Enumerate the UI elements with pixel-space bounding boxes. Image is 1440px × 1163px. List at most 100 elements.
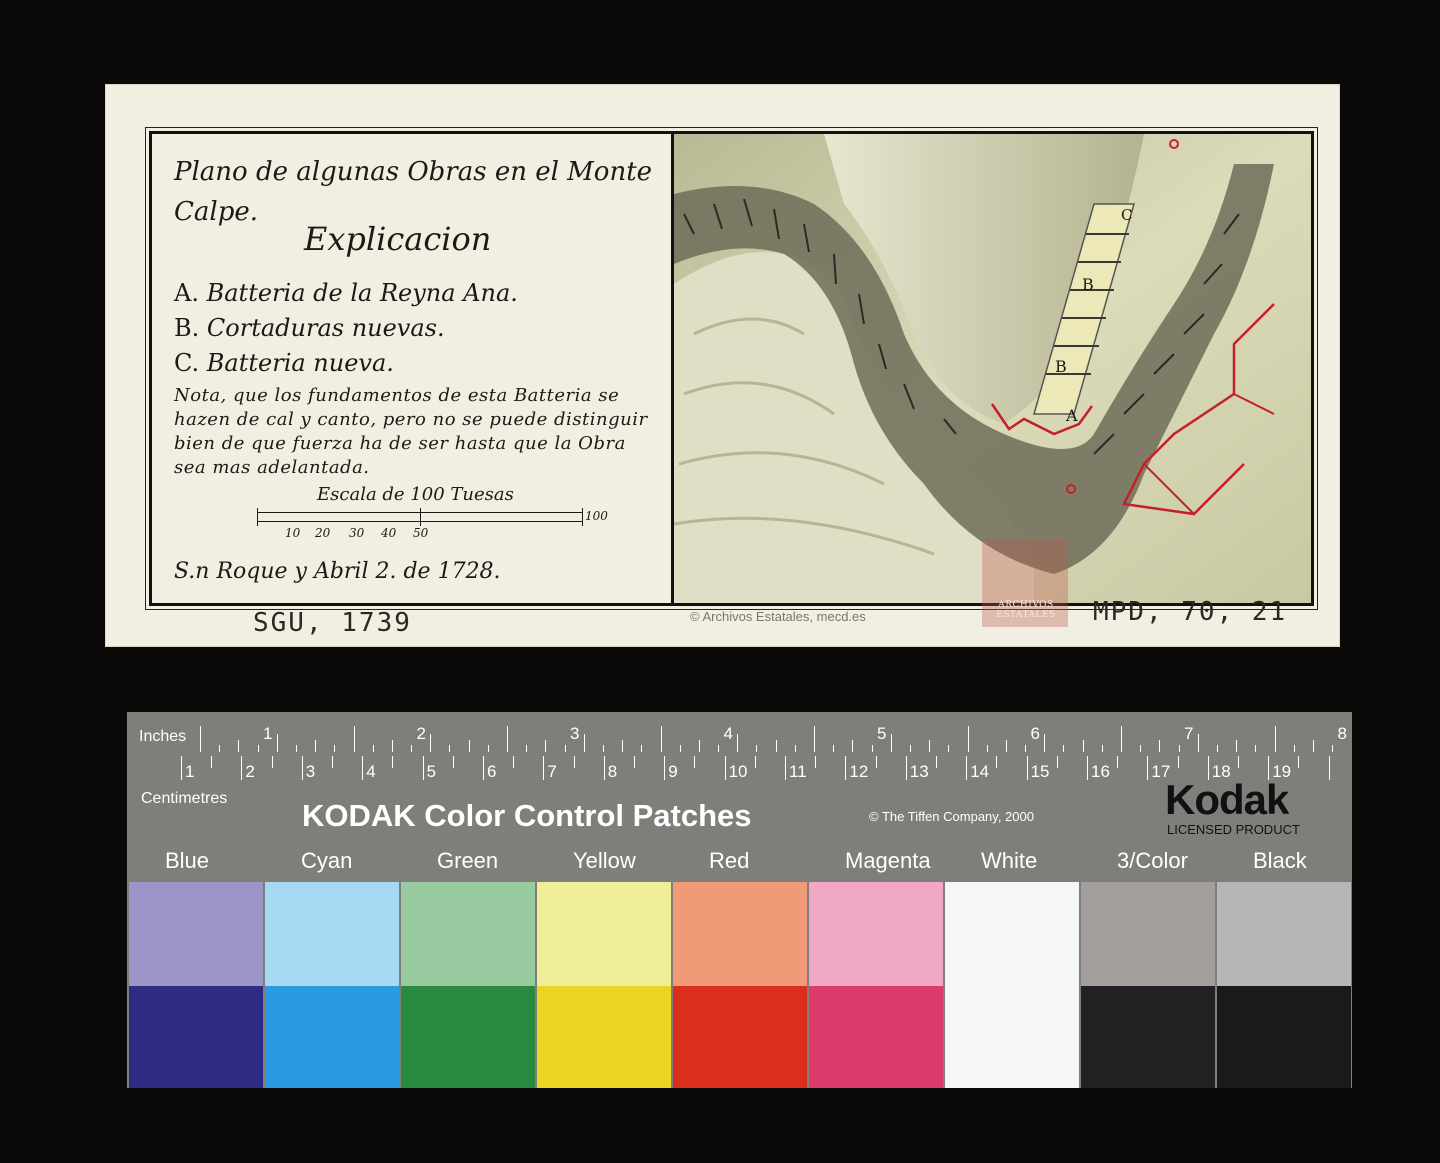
scale-number: 10 [285,526,301,540]
inch-tick [487,745,489,752]
inch-tick [200,726,201,752]
inch-tick [334,745,336,752]
cm-tick [362,756,364,780]
patch-top-swatch [1217,882,1351,986]
inch-number: 1 [263,724,273,743]
patch-bottom-swatch [673,986,807,1088]
inch-tick [871,745,873,752]
inch-tick [353,726,355,752]
inch-tick [545,740,547,752]
cm-tick [1298,756,1300,768]
copyright-notice: © Archivos Estatales, mecd.es [690,609,866,624]
cm-number: 14 [970,762,990,781]
inch-tick [1255,745,1257,752]
cm-number: 8 [607,762,618,781]
inch-tick [372,745,374,752]
inch-number: 5 [877,724,887,743]
inch-tick [315,740,317,752]
target-copyright: © The Tiffen Company, 2000 [869,809,1034,824]
cm-tick [181,756,182,780]
inch-tick [1063,745,1065,752]
map-note: Nota, que los fundamentos de esta Batter… [174,385,648,478]
cm-tick [332,756,333,768]
scale-bar: Escala de 100 Tuesas 10 20 30 40 50 100 [257,484,637,544]
cm-tick [301,756,303,780]
cm-tick [785,756,786,780]
inch-tick [238,740,240,752]
inch-tick [564,745,566,752]
target-title: KODAK Color Control Patches [302,798,752,833]
scale-number: 20 [315,526,331,540]
cm-tick [241,756,243,780]
inch-tick [1312,740,1314,752]
inch-tick [602,745,604,752]
map-illustration: A B B C [674,134,1311,603]
cm-tick [815,756,817,768]
patch-top-swatch [1081,882,1215,986]
map-date: S.n Roque y Abril 2. de 1728. [174,559,501,584]
inch-number: 6 [1030,724,1040,743]
inch-tick [1025,745,1027,752]
legend-item-b: B. Cortaduras nuevas. [174,314,445,342]
inch-tick [1274,726,1276,752]
scale-number: 40 [381,526,397,540]
cm-tick [1087,756,1088,780]
scale-tick [257,508,258,526]
patch-top-swatch [265,882,399,986]
cm-tick [1177,756,1179,768]
patch-label: Blue [165,848,210,873]
legend-item-a: A. Batteria de la Reyna Ana. [174,279,518,307]
centimetres-label: Centimetres [141,790,228,807]
cm-number: 13 [909,762,929,781]
inch-tick [1044,734,1046,752]
scale-end-number: 100 [585,509,608,523]
legend-heading: Explicacion [304,220,492,258]
map-letter-b: B [1082,275,1094,294]
inch-tick [411,745,413,752]
cm-tick [271,756,273,768]
inch-tick [1159,740,1161,752]
scale-number: 30 [349,526,365,540]
inch-tick [1197,734,1199,752]
legend-letter: A. [174,279,199,307]
inch-tick [794,745,796,752]
cm-tick [966,756,968,780]
cm-tick [936,756,937,768]
cm-tick [664,756,666,780]
licensed-product-label: LICENSED PRODUCT [1167,822,1300,837]
inch-tick [1082,740,1084,752]
cm-tick [483,756,484,780]
cm-tick [996,756,998,768]
inch-number: 7 [1184,724,1194,743]
cm-number: 9 [668,762,678,781]
cm-tick [513,756,515,768]
cm-tick [422,756,424,780]
patch-label: Green [437,848,499,873]
inch-tick [468,740,470,752]
cm-tick [754,756,756,768]
legend-text: Cortaduras nuevas. [206,314,445,342]
cm-tick [392,756,394,768]
map-letter-a: A [1065,406,1078,425]
inch-tick [660,726,662,752]
cm-tick [1056,756,1058,768]
patch-label: Yellow [573,848,636,873]
inch-tick [948,745,950,752]
cm-number: 7 [547,762,557,781]
cm-tick [694,756,696,768]
patch-bottom-swatch [945,986,1079,1088]
cm-number: 5 [426,762,437,781]
kodak-color-target: Inches Centimetres 1 2 3 4 5 6 7 8 1 2 3 4 5 6 7 8 9 10 11… [127,712,1352,1088]
inch-tick [430,734,432,752]
patch-bottom-swatch [401,986,535,1088]
archive-stamp-text: ARCHIVOS ESTATALES [996,600,1056,620]
inch-tick [391,740,393,752]
inch-tick [929,740,931,752]
inch-tick [257,745,259,752]
scale-tick [582,508,583,526]
inch-number: 3 [570,724,580,743]
scale-tick [420,508,421,526]
inch-number: 2 [416,724,426,743]
inch-tick [1293,745,1295,752]
cm-tick [905,756,907,780]
